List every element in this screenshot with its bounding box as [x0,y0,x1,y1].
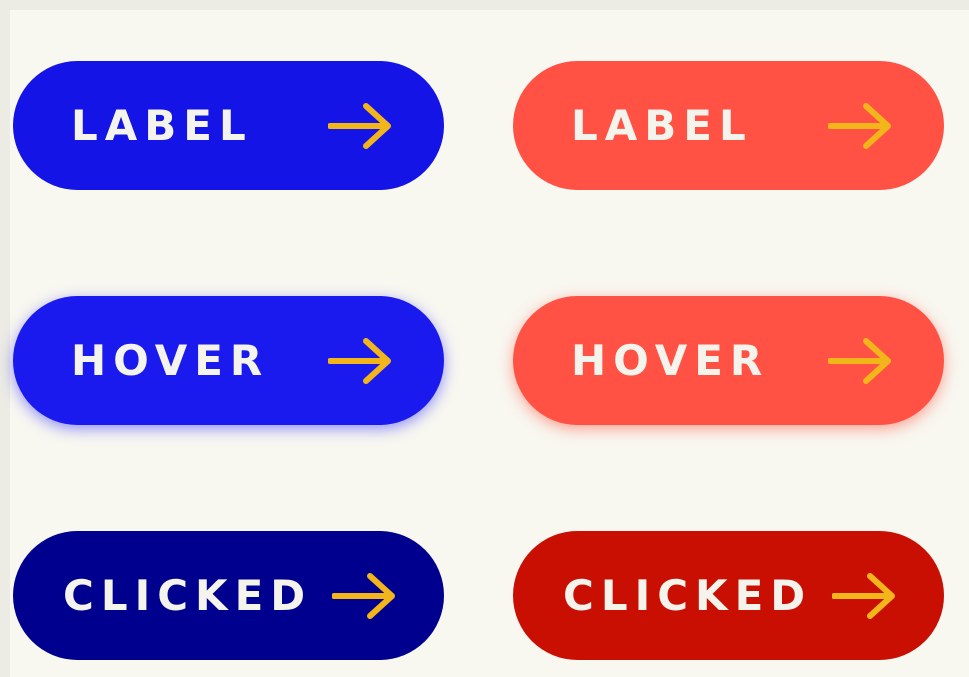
button-label: HOVER [71,336,270,385]
button-label: CLICKED [63,571,313,620]
blue-clicked-button[interactable]: CLICKED [13,531,444,660]
arrow-right-icon [332,572,396,619]
red-label-button[interactable]: LABEL [513,61,944,190]
red-hover-button[interactable]: HOVER [513,296,944,425]
arrow-right-icon [828,337,892,384]
arrow-right-icon [832,572,896,619]
blue-label-button[interactable]: LABEL [13,61,444,190]
button-label: LABEL [571,101,753,150]
arrow-right-icon [328,102,392,149]
arrow-right-icon [828,102,892,149]
button-label: LABEL [71,101,253,150]
arrow-right-icon [328,337,392,384]
button-label: HOVER [571,336,770,385]
button-label: CLICKED [563,571,813,620]
button-states-sheet: LABEL LABEL HOVER HOVER CLICKED CLICKED [0,0,969,677]
blue-hover-button[interactable]: HOVER [13,296,444,425]
red-clicked-button[interactable]: CLICKED [513,531,944,660]
